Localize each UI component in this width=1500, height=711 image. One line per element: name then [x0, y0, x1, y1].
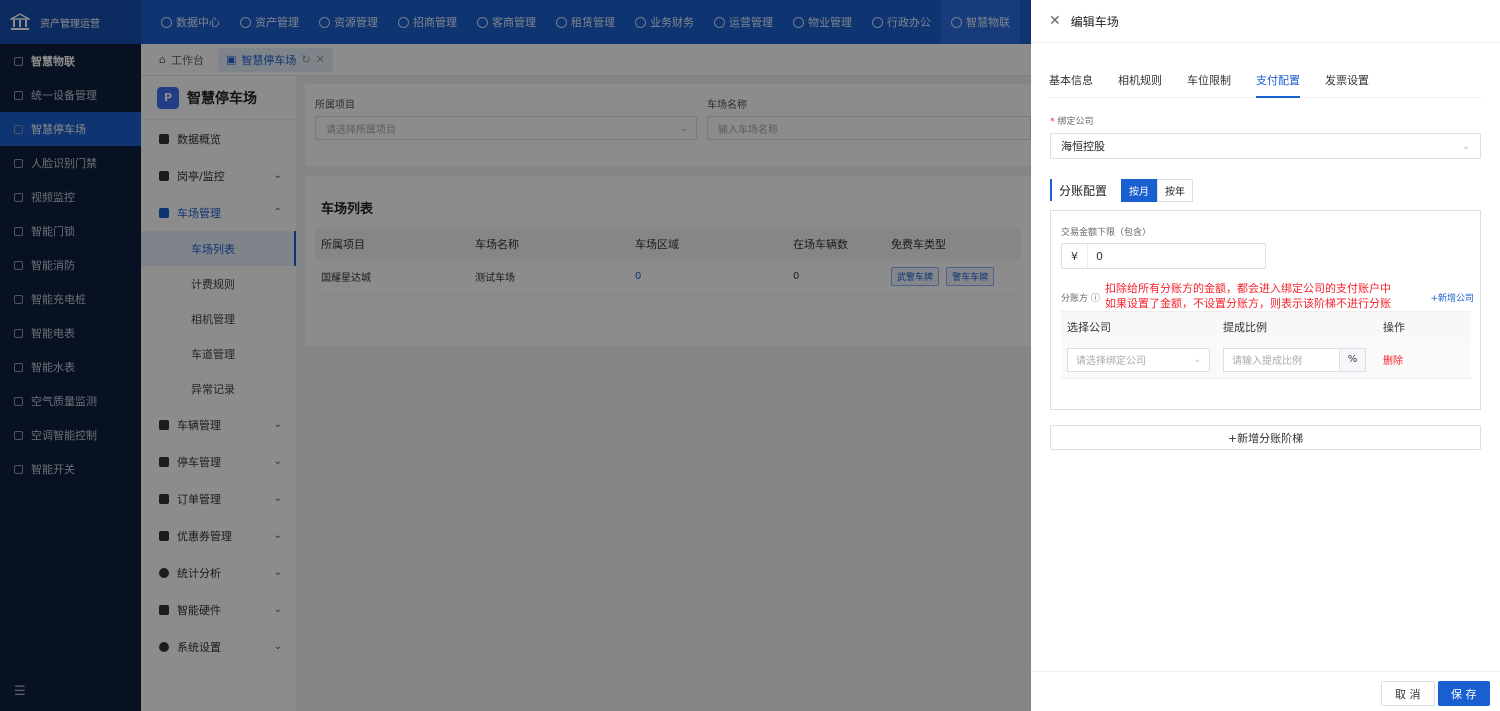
percent-suffix: % [1339, 348, 1365, 371]
currency-prefix: ¥ [1062, 244, 1088, 268]
modal-overlay[interactable] [0, 0, 1031, 711]
tab-basic-info[interactable]: 基本信息 [1049, 62, 1093, 97]
period-toggle: 按月 按年 [1121, 178, 1194, 202]
chevron-down-icon: ⌄ [1461, 140, 1470, 152]
split-table-header: 选择公司 提成比例 操作 [1061, 311, 1471, 341]
tab-camera-rules[interactable]: 相机规则 [1118, 62, 1162, 97]
split-party-table: 选择公司 提成比例 操作 请选择绑定公司 ⌄ 请输入提成比例 % 删除 [1061, 311, 1471, 379]
edit-lot-drawer: ✕ 编辑车场 基本信息 相机规则 车位限制 支付配置 发票设置 * 绑定公司 海恒… [1031, 0, 1500, 711]
split-step-card: 交易金额下限（包含） ¥ 0 分账方 ⓘ 扣除给所有分账方的金额，都会进入绑定公… [1050, 210, 1481, 410]
cancel-button[interactable]: 取 消 [1381, 681, 1435, 706]
drawer-header: ✕ 编辑车场 [1031, 0, 1500, 43]
ratio-input[interactable]: 请输入提成比例 % [1223, 347, 1366, 372]
drawer-tabs: 基本信息 相机规则 车位限制 支付配置 发票设置 [1049, 62, 1481, 98]
add-split-step-button[interactable]: +新增分账阶梯 [1050, 425, 1481, 450]
tab-payment-config[interactable]: 支付配置 [1256, 62, 1300, 98]
close-icon[interactable]: ✕ [1049, 13, 1061, 29]
amount-lower-input[interactable]: ¥ 0 [1061, 243, 1266, 269]
split-config-section: 分账配置 按月 按年 [1050, 178, 1194, 202]
company-label: * 绑定公司 [1050, 117, 1094, 127]
help-circle-icon[interactable]: ⓘ [1091, 294, 1100, 304]
chevron-down-icon: ⌄ [1193, 354, 1201, 365]
delete-party-button[interactable]: 删除 [1383, 356, 1403, 367]
period-month-button[interactable]: 按月 [1121, 178, 1158, 202]
drawer-footer: 取 消 保 存 [1031, 671, 1500, 711]
drawer-title: 编辑车场 [1070, 14, 1119, 29]
company-select[interactable]: 海恒控股 ⌄ [1050, 133, 1481, 159]
period-year-button[interactable]: 按年 [1157, 178, 1194, 202]
party-company-select[interactable]: 请选择绑定公司 ⌄ [1067, 347, 1210, 372]
table-row: 请选择绑定公司 ⌄ 请输入提成比例 % 删除 [1061, 341, 1471, 379]
tab-space-limit[interactable]: 车位限制 [1187, 62, 1231, 97]
add-company-link[interactable]: +新增公司 [1430, 291, 1474, 304]
tab-invoice-settings[interactable]: 发票设置 [1325, 62, 1369, 97]
amount-lower-label: 交易金额下限（包含） [1061, 228, 1152, 238]
split-party-label: 分账方 ⓘ [1061, 294, 1100, 304]
split-hint: 扣除给所有分账方的金额，都会进入绑定公司的支付账户中 如果设置了金额，不设置分账… [1105, 282, 1391, 310]
save-button[interactable]: 保 存 [1438, 681, 1490, 706]
